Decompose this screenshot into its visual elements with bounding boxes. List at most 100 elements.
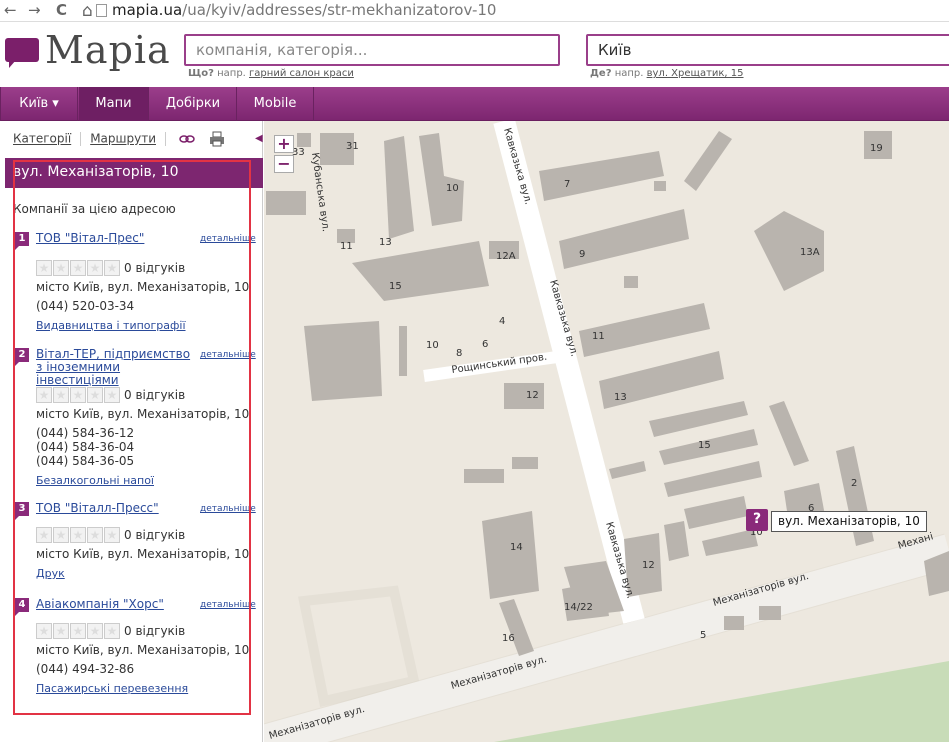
company-details-link[interactable]: детальніше <box>200 600 256 610</box>
page-icon <box>96 4 107 17</box>
house-number: 14 <box>510 542 523 553</box>
star-icon: ★ <box>53 622 69 639</box>
house-number: 8 <box>456 348 462 359</box>
company-details-link[interactable]: детальніше <box>200 234 256 244</box>
address-title: вул. Механізаторів, 10 <box>5 158 263 188</box>
what-search-input[interactable] <box>186 36 558 64</box>
company-address: місто Київ, вул. Механізаторів, 10 <box>36 643 250 657</box>
what-hint-example-link[interactable]: гарний салон краси <box>249 68 354 79</box>
where-search-box[interactable] <box>586 34 949 66</box>
zoom-in-button[interactable]: + <box>274 135 294 153</box>
company-name-link[interactable]: ТОВ "Вітал-Прес" <box>36 232 196 245</box>
logo-text: Mapia <box>45 28 171 72</box>
url-path: /ua/kyiv/addresses/str-mekhanizatorov-10 <box>182 1 497 19</box>
collapse-sidebar-icon[interactable]: ◀ <box>255 133 263 144</box>
reviews-count: 0 відгуків <box>124 623 186 638</box>
main-menu: Київ ▾ Мапи Добірки Mobile <box>0 87 949 121</box>
house-number: 4 <box>499 316 505 327</box>
what-hint: Що? напр. гарний салон краси <box>188 68 354 79</box>
company-address: місто Київ, вул. Механізаторів, 10 <box>36 280 250 294</box>
section-title: Компанії за цією адресою <box>13 202 176 216</box>
star-icon: ★ <box>36 386 52 403</box>
where-search-input[interactable] <box>588 36 949 64</box>
company-category-link[interactable]: Пасажирські перевезення <box>36 682 188 695</box>
tab-routes[interactable]: Маршрути <box>90 132 156 146</box>
house-number: 15 <box>698 440 711 451</box>
company-name-link[interactable]: ТОВ "Віталл-Пресс" <box>36 502 196 515</box>
star-icon: ★ <box>70 386 86 403</box>
company-name-link[interactable]: Вітал-ТЕР, підприємство з іноземними інв… <box>36 348 196 387</box>
star-icon: ★ <box>36 622 52 639</box>
star-icon: ★ <box>104 259 120 276</box>
star-icon: ★ <box>87 259 103 276</box>
company-details-link[interactable]: детальніше <box>200 350 256 360</box>
back-icon[interactable]: ← <box>4 1 17 19</box>
menu-mobile[interactable]: Mobile <box>237 87 314 121</box>
menu-collections[interactable]: Добірки <box>150 87 237 121</box>
house-number: 13 <box>614 392 627 403</box>
company-category-link[interactable]: Безалкогольні напої <box>36 474 154 487</box>
star-rating[interactable]: ★ ★ ★ ★ ★ 0 відгуків <box>36 384 185 403</box>
company-number-badge: 4 <box>15 598 29 616</box>
star-rating[interactable]: ★ ★ ★ ★ ★ 0 відгуків <box>36 257 185 276</box>
house-number: 19 <box>870 143 883 154</box>
menu-maps[interactable]: Мапи <box>79 87 149 121</box>
star-icon: ★ <box>104 622 120 639</box>
house-number: 9 <box>579 249 585 260</box>
house-number: 14/22 <box>564 602 593 613</box>
stadium-track <box>298 585 420 707</box>
house-number: 13 <box>379 237 392 248</box>
company-details-link[interactable]: детальніше <box>200 504 256 514</box>
logo-bubble-icon <box>5 38 39 62</box>
company-number-badge: 3 <box>15 502 29 520</box>
map-view[interactable]: 31 33 10 7 19 11 13 12А 9 13А 15 4 11 10 8 6 12 13 15 2 6 10 1… <box>264 121 949 742</box>
company-category-link[interactable]: Видавництва і типографії <box>36 319 186 332</box>
sidebar: Категорії Маршрути ◀ вул. Механізаторів, … <box>0 121 263 742</box>
company-phone: (044) 584-36-05 <box>36 454 135 468</box>
mapia-logo[interactable]: Mapia <box>5 28 170 76</box>
house-number: 5 <box>700 630 706 641</box>
house-number: 6 <box>482 339 488 350</box>
marker-label: вул. Механізаторів, 10 <box>771 511 927 532</box>
reviews-count: 0 відгуків <box>124 260 186 275</box>
forward-icon[interactable]: → <box>28 1 41 19</box>
home-icon[interactable]: ⌂ <box>82 1 93 21</box>
star-icon: ★ <box>53 386 69 403</box>
location-marker-icon[interactable]: ? <box>746 509 768 531</box>
where-hint: Де? напр. вул. Хрещатик, 15 <box>590 68 744 79</box>
house-number: 10 <box>426 340 439 351</box>
star-icon: ★ <box>87 622 103 639</box>
star-icon: ★ <box>70 622 86 639</box>
star-icon: ★ <box>104 386 120 403</box>
tab-categories[interactable]: Категорії <box>13 132 71 146</box>
house-number: 11 <box>340 241 353 252</box>
house-number: 13А <box>800 247 820 258</box>
house-number: 15 <box>389 281 402 292</box>
house-number: 7 <box>564 179 570 190</box>
company-phone: (044) 520-03-34 <box>36 299 135 313</box>
company-name-link[interactable]: Авіакомпанія "Хорс" <box>36 598 196 611</box>
link-icon[interactable] <box>179 133 195 145</box>
print-icon[interactable] <box>209 131 225 147</box>
map-canvas[interactable]: 313310 71911 1312А 9 13А15411108612 131526101… <box>264 121 949 742</box>
company-category-link[interactable]: Друк <box>36 567 65 580</box>
where-hint-example-link[interactable]: вул. Хрещатик, 15 <box>647 68 744 79</box>
city-dropdown[interactable]: Київ ▾ <box>0 87 78 121</box>
company-address: місто Київ, вул. Механізаторів, 10 <box>36 407 250 421</box>
company-phone: (044) 494-32-86 <box>36 662 135 676</box>
house-number: 31 <box>346 141 359 152</box>
reviews-count: 0 відгуків <box>124 527 186 542</box>
reload-icon[interactable]: C <box>56 1 67 19</box>
star-icon: ★ <box>36 526 52 543</box>
star-icon: ★ <box>36 259 52 276</box>
zoom-out-button[interactable]: − <box>274 155 294 173</box>
sidebar-toolbar: Категорії Маршрути <box>13 131 225 147</box>
what-search-box[interactable] <box>184 34 560 66</box>
star-icon: ★ <box>87 386 103 403</box>
star-rating[interactable]: ★ ★ ★ ★ ★ 0 відгуків <box>36 524 185 543</box>
star-icon: ★ <box>70 526 86 543</box>
address-bar[interactable]: mapia.ua/ua/kyiv/addresses/str-mekhaniza… <box>96 0 497 22</box>
company-number-badge: 2 <box>15 348 29 366</box>
url-host: mapia.ua <box>112 1 183 19</box>
star-rating[interactable]: ★ ★ ★ ★ ★ 0 відгуків <box>36 620 185 639</box>
